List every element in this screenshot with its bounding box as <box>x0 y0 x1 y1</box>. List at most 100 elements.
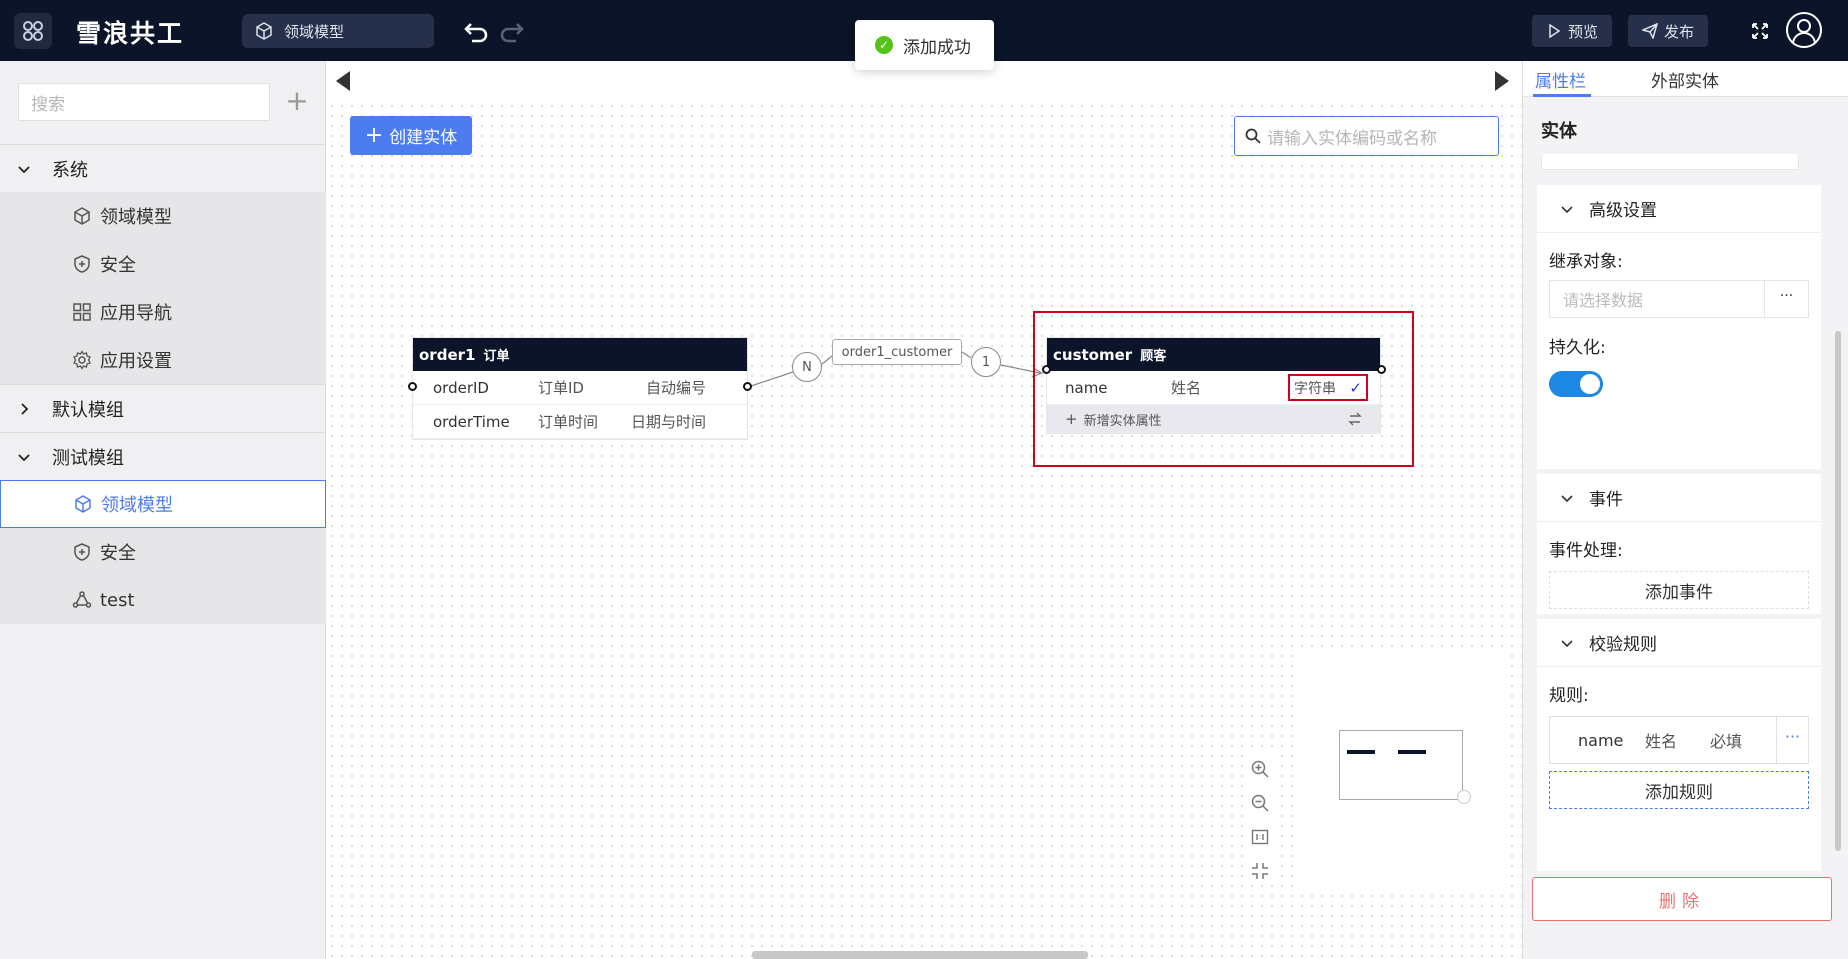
preview-button[interactable]: 预览 <box>1532 15 1613 47</box>
connector-port[interactable] <box>743 382 752 391</box>
relation-cardinality-to[interactable]: 1 <box>971 347 1001 377</box>
publish-button[interactable]: 发布 <box>1628 15 1709 47</box>
undo-icon[interactable] <box>462 18 490 44</box>
collapse-left-icon[interactable] <box>336 71 350 91</box>
entity-card-order1[interactable]: order1 订单 orderID 订单ID 自动编号 orderTime 订单… <box>412 337 748 440</box>
cube-icon <box>74 207 90 225</box>
sidebar-item-domain-model-selected[interactable]: 领域模型 <box>0 480 326 528</box>
plus-icon: + <box>1065 410 1078 428</box>
field-type-select[interactable]: 字符串 ✓ <box>1288 374 1368 401</box>
rule-field: name <box>1578 730 1624 750</box>
user-icon <box>1792 19 1816 45</box>
advanced-settings-header[interactable]: 高级设置 <box>1537 185 1821 233</box>
rule-row[interactable]: name 姓名 必填 ··· <box>1549 716 1809 764</box>
add-rule-button[interactable]: 添加规则 <box>1549 771 1809 809</box>
field-type: 字符串 <box>1294 380 1336 397</box>
tree-group-default[interactable]: 默认模组 <box>0 384 326 432</box>
sidebar-item-domain-model[interactable]: 领域模型 <box>0 192 326 240</box>
sidebar-search-input[interactable]: 搜索 <box>18 83 270 121</box>
collapsed-field-edge <box>1541 154 1799 170</box>
group-label: 系统 <box>52 159 88 181</box>
tree-group-test[interactable]: 测试模组 <box>0 432 326 480</box>
sidebar-item-security[interactable]: 安全 <box>0 240 326 288</box>
tab-external-entities[interactable]: 外部实体 <box>1651 67 1719 92</box>
sidebar-item-app-settings[interactable]: 应用设置 <box>0 336 326 384</box>
connector-port[interactable] <box>1377 365 1386 374</box>
field-type: 日期与时间 <box>631 413 707 431</box>
delete-entity-button[interactable]: 删除 <box>1532 877 1832 921</box>
app-logo[interactable] <box>14 13 52 49</box>
inherit-select[interactable]: 请选择数据 ··· <box>1549 280 1809 318</box>
tree-group-system[interactable]: 系统 <box>0 144 326 192</box>
rule-type: 必填 <box>1710 732 1743 751</box>
field-code: name <box>1065 378 1108 397</box>
grid-icon <box>73 303 91 321</box>
connector-port[interactable] <box>1042 365 1051 374</box>
relation-cardinality-from[interactable]: N <box>792 352 822 382</box>
swap-icon[interactable] <box>1348 412 1362 426</box>
group-label: 默认模组 <box>52 399 124 421</box>
app-title: 雪浪共工 <box>76 19 185 48</box>
sidebar-item-test[interactable]: test <box>0 576 326 624</box>
zoom-out-icon[interactable] <box>1250 793 1270 813</box>
gear-icon <box>73 350 91 370</box>
horizontal-scrollbar[interactable] <box>752 951 1088 959</box>
sidebar-item-security-2[interactable]: 安全 <box>0 528 326 576</box>
entity-card-customer[interactable]: customer 顾客 name 姓名 字符串 ✓ + 新增实体属性 <box>1046 337 1381 434</box>
field-code: orderID <box>433 378 489 397</box>
entity-header[interactable]: order1 订单 <box>413 338 747 371</box>
rule-more-button[interactable]: ··· <box>1776 717 1808 763</box>
sidebar-item-app-nav[interactable]: 应用导航 <box>0 288 326 336</box>
send-icon <box>1642 23 1658 39</box>
user-avatar[interactable] <box>1786 12 1822 48</box>
sidebar-item-label: 安全 <box>100 255 136 276</box>
add-attribute-label: 新增实体属性 <box>1083 413 1162 429</box>
panel-tabs: 属性栏 外部实体 <box>1523 61 1848 97</box>
minimap[interactable] <box>1295 648 1510 888</box>
validation-pane: 校验规则 规则: name 姓名 必填 ··· 添加规则 <box>1537 619 1821 871</box>
minimap-entity <box>1398 750 1426 754</box>
fullscreen-button[interactable] <box>1744 15 1776 47</box>
entity-search-input[interactable]: 请输入实体编码或名称 <box>1234 116 1499 156</box>
sidebar-item-label: test <box>100 589 135 611</box>
tab-properties[interactable]: 属性栏 <box>1535 67 1586 92</box>
panel-scrollbar[interactable] <box>1835 331 1841 851</box>
field-label: 姓名 <box>1171 379 1202 397</box>
model-selector[interactable]: 领域模型 <box>242 14 434 48</box>
entity-row[interactable]: name 姓名 字符串 ✓ <box>1047 371 1380 405</box>
relation-label[interactable]: order1_customer <box>832 339 962 365</box>
create-entity-button[interactable]: + 创建实体 <box>350 116 472 155</box>
entity-header[interactable]: customer 顾客 <box>1047 338 1380 371</box>
collapse-right-icon[interactable] <box>1495 71 1509 91</box>
rules-label: 规则: <box>1549 686 1589 706</box>
actual-size-icon[interactable] <box>1250 827 1270 847</box>
persist-label: 持久化: <box>1549 338 1606 358</box>
minimap-viewport[interactable] <box>1339 730 1463 800</box>
add-event-button[interactable]: 添加事件 <box>1549 571 1809 609</box>
entity-row[interactable]: orderID 订单ID 自动编号 <box>413 371 747 405</box>
advanced-settings-pane: 高级设置 继承对象: 请选择数据 ··· 持久化: <box>1537 185 1821 469</box>
pane-title: 校验规则 <box>1589 635 1657 655</box>
section-title: 实体 <box>1541 121 1577 142</box>
add-module-button[interactable]: + <box>284 83 310 121</box>
persist-toggle[interactable] <box>1549 371 1603 397</box>
rule-label: 姓名 <box>1645 732 1678 751</box>
connector-port[interactable] <box>408 382 417 391</box>
check-circle-icon: ✓ <box>875 36 893 54</box>
chevron-down-icon <box>18 165 30 173</box>
toggle-knob <box>1580 374 1600 394</box>
fit-screen-icon[interactable] <box>1250 861 1270 881</box>
add-attribute-button[interactable]: + 新增实体属性 <box>1047 405 1380 433</box>
minimap-resize-handle[interactable] <box>1457 790 1471 804</box>
pane-title: 事件 <box>1589 490 1623 510</box>
inherit-more-button[interactable]: ··· <box>1764 281 1808 317</box>
zoom-in-icon[interactable] <box>1250 759 1270 779</box>
module-tree: 系统 领域模型 安全 应用导航 应用设置 默认模组 测试模组 领域模型 安全 t… <box>0 144 326 624</box>
redo-icon[interactable] <box>498 18 526 44</box>
events-header[interactable]: 事件 <box>1537 474 1821 522</box>
entity-row[interactable]: orderTime 订单时间 日期与时间 <box>413 405 747 439</box>
preview-label: 预览 <box>1568 22 1599 41</box>
validation-header[interactable]: 校验规则 <box>1537 619 1821 667</box>
entity-name: 顾客 <box>1140 349 1167 364</box>
play-icon <box>1549 23 1561 39</box>
